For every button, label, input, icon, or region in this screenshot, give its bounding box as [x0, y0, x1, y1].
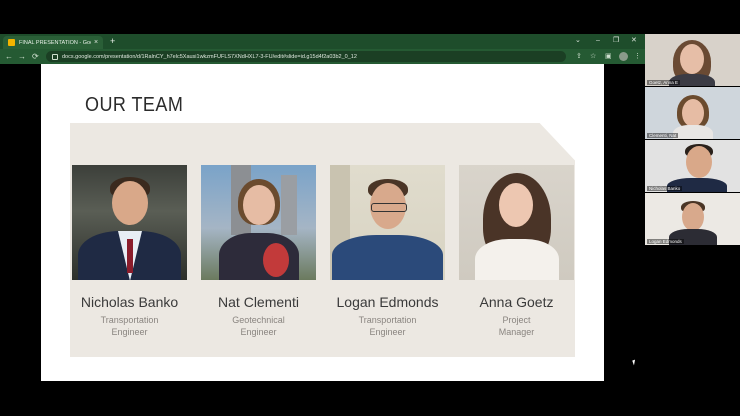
member-name: Anna Goetz: [479, 294, 554, 310]
lock-icon[interactable]: [52, 53, 58, 60]
member-role-line: Transportation: [358, 315, 417, 325]
member-name: Nat Clementi: [218, 294, 299, 310]
participant-name: Logan Edmonds: [647, 239, 684, 244]
minimize-button[interactable]: –: [596, 36, 600, 46]
tab-close-icon[interactable]: ×: [94, 39, 98, 46]
member-photo: [330, 165, 445, 280]
member-role-line: Geotechnical: [232, 315, 285, 325]
member-role-line: Transportation: [100, 315, 159, 325]
member-role: Project Manager: [459, 314, 574, 338]
profile-avatar[interactable]: [619, 52, 628, 61]
extensions-icon[interactable]: ▣: [605, 51, 612, 62]
presentation-slide: OUR TEAM Nicholas Banko Transportation E…: [41, 64, 604, 381]
team-member-card: Anna Goetz Project Manager: [459, 165, 574, 338]
maximize-button[interactable]: ❐: [613, 36, 619, 46]
member-photo: [459, 165, 574, 280]
close-window-button[interactable]: ✕: [631, 36, 637, 46]
team-member-card: Nicholas Banko Transportation Engineer: [72, 165, 187, 338]
browser-tab-final-presentation[interactable]: FINAL PRESENTATION - Google ×: [3, 36, 103, 49]
bookmark-star-icon[interactable]: ☆: [590, 51, 596, 62]
forward-icon[interactable]: →: [18, 51, 26, 62]
member-photo: [201, 165, 316, 280]
tab-strip: FINAL PRESENTATION - Google × + ⌄ – ❐ ✕: [0, 34, 645, 49]
participant-video-tile[interactable]: Goetz, Anna E: [645, 34, 740, 86]
slides-favicon-icon: [8, 39, 15, 46]
reload-icon[interactable]: ⟳: [32, 51, 39, 62]
participant-video-tile[interactable]: Nicholas Banko: [645, 140, 740, 192]
member-role-line: Project: [502, 315, 531, 325]
participant-name: Nicholas Banko: [647, 186, 683, 191]
participant-name: Goetz, Anna E: [647, 80, 681, 85]
participant-video-tile[interactable]: Logan Edmonds: [645, 193, 740, 245]
team-member-card: Logan Edmonds Transportation Engineer: [330, 165, 445, 338]
member-name: Logan Edmonds: [336, 294, 439, 310]
tab-title: FINAL PRESENTATION - Google: [19, 39, 91, 46]
slide-title: OUR TEAM: [85, 94, 184, 116]
back-icon[interactable]: ←: [5, 51, 13, 62]
team-member-card: Nat Clementi Geotechnical Engineer: [201, 165, 316, 338]
member-role: Geotechnical Engineer: [201, 314, 316, 338]
member-name: Nicholas Banko: [80, 294, 179, 310]
browser-window: FINAL PRESENTATION - Google × + ⌄ – ❐ ✕ …: [0, 34, 645, 64]
participant-video-tile[interactable]: Clementi, Nat: [645, 87, 740, 139]
participant-name: Clementi, Nat: [647, 133, 679, 138]
member-role-line: Engineer: [369, 327, 406, 337]
share-icon[interactable]: ⇪: [576, 51, 582, 62]
mouse-cursor-icon: [632, 359, 637, 366]
tabs-dropdown-icon[interactable]: ⌄: [575, 36, 581, 46]
member-role: Transportation Engineer: [72, 314, 187, 338]
address-bar[interactable]: docs.google.com/presentation/d/1RalnCY_h…: [46, 51, 566, 62]
member-role: Transportation Engineer: [330, 314, 445, 338]
member-photo: [72, 165, 187, 280]
browser-menu-icon[interactable]: ⋮: [634, 51, 641, 62]
member-role-line: Manager: [498, 327, 535, 337]
member-role-line: Engineer: [111, 327, 148, 337]
new-tab-button[interactable]: +: [110, 36, 115, 47]
browser-toolbar: ← → ⟳ docs.google.com/presentation/d/1Ra…: [0, 49, 645, 64]
member-role-line: Engineer: [240, 327, 277, 337]
url-text: docs.google.com/presentation/d/1RalnCY_h…: [62, 53, 357, 60]
